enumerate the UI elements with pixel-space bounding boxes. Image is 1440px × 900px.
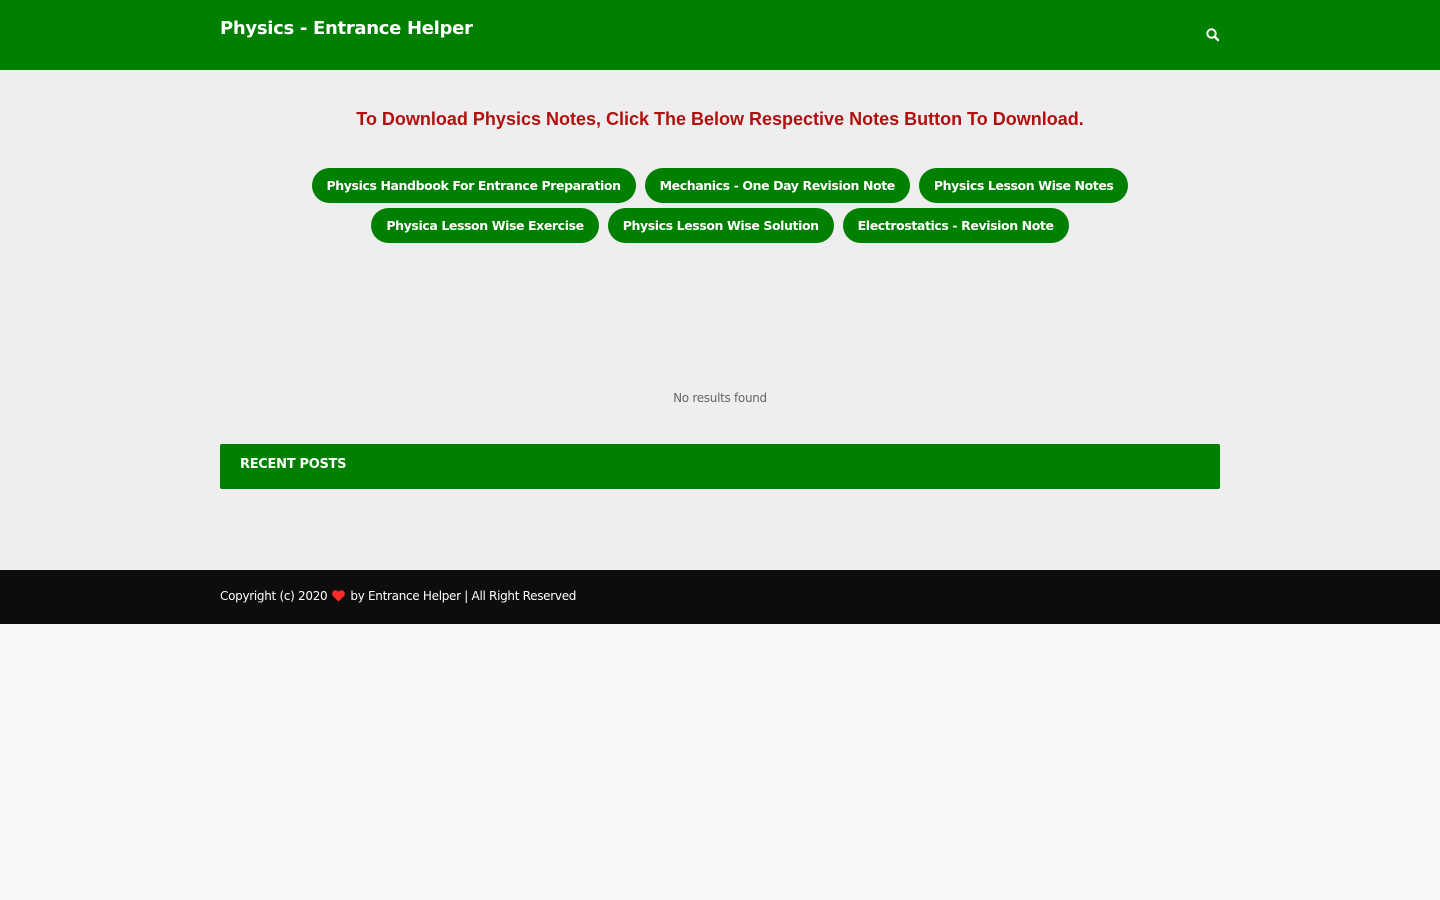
heart-icon: [332, 590, 346, 602]
no-results-text: No results found: [673, 391, 767, 405]
physics-handbook-button[interactable]: Physics Handbook For Entrance Preparatio…: [311, 168, 636, 203]
page-background: [0, 624, 1440, 900]
electrostatics-revision-button[interactable]: Electrostatics - Revision Note: [842, 208, 1069, 243]
recent-posts-widget: RECENT POSTS: [220, 444, 1220, 489]
main-content: To Download Physics Notes, Click The Bel…: [0, 70, 1440, 570]
copyright-suffix: by Entrance Helper | All Right Reserved: [350, 589, 577, 603]
lesson-wise-notes-button[interactable]: Physics Lesson Wise Notes: [918, 168, 1129, 203]
lesson-wise-exercise-button[interactable]: Physica Lesson Wise Exercise: [371, 208, 599, 243]
lesson-wise-solution-button[interactable]: Physics Lesson Wise Solution: [607, 208, 834, 243]
site-title-link[interactable]: Physics - Entrance Helper: [220, 16, 473, 42]
copyright-text: Copyright (c) 2020 by Entrance Helper | …: [220, 588, 576, 604]
search-icon[interactable]: [1204, 26, 1222, 44]
copyright-prefix: Copyright (c) 2020: [220, 589, 328, 603]
notes-buttons-row-2: Physica Lesson Wise Exercise Physics Les…: [0, 208, 1440, 243]
notes-buttons-row-1: Physics Handbook For Entrance Preparatio…: [0, 168, 1440, 203]
site-header: Physics - Entrance Helper: [0, 0, 1440, 70]
download-notice: To Download Physics Notes, Click The Bel…: [356, 109, 1084, 129]
recent-posts-title: RECENT POSTS: [240, 457, 347, 472]
mechanics-revision-button[interactable]: Mechanics - One Day Revision Note: [644, 168, 910, 203]
site-footer: Copyright (c) 2020 by Entrance Helper | …: [0, 570, 1440, 624]
